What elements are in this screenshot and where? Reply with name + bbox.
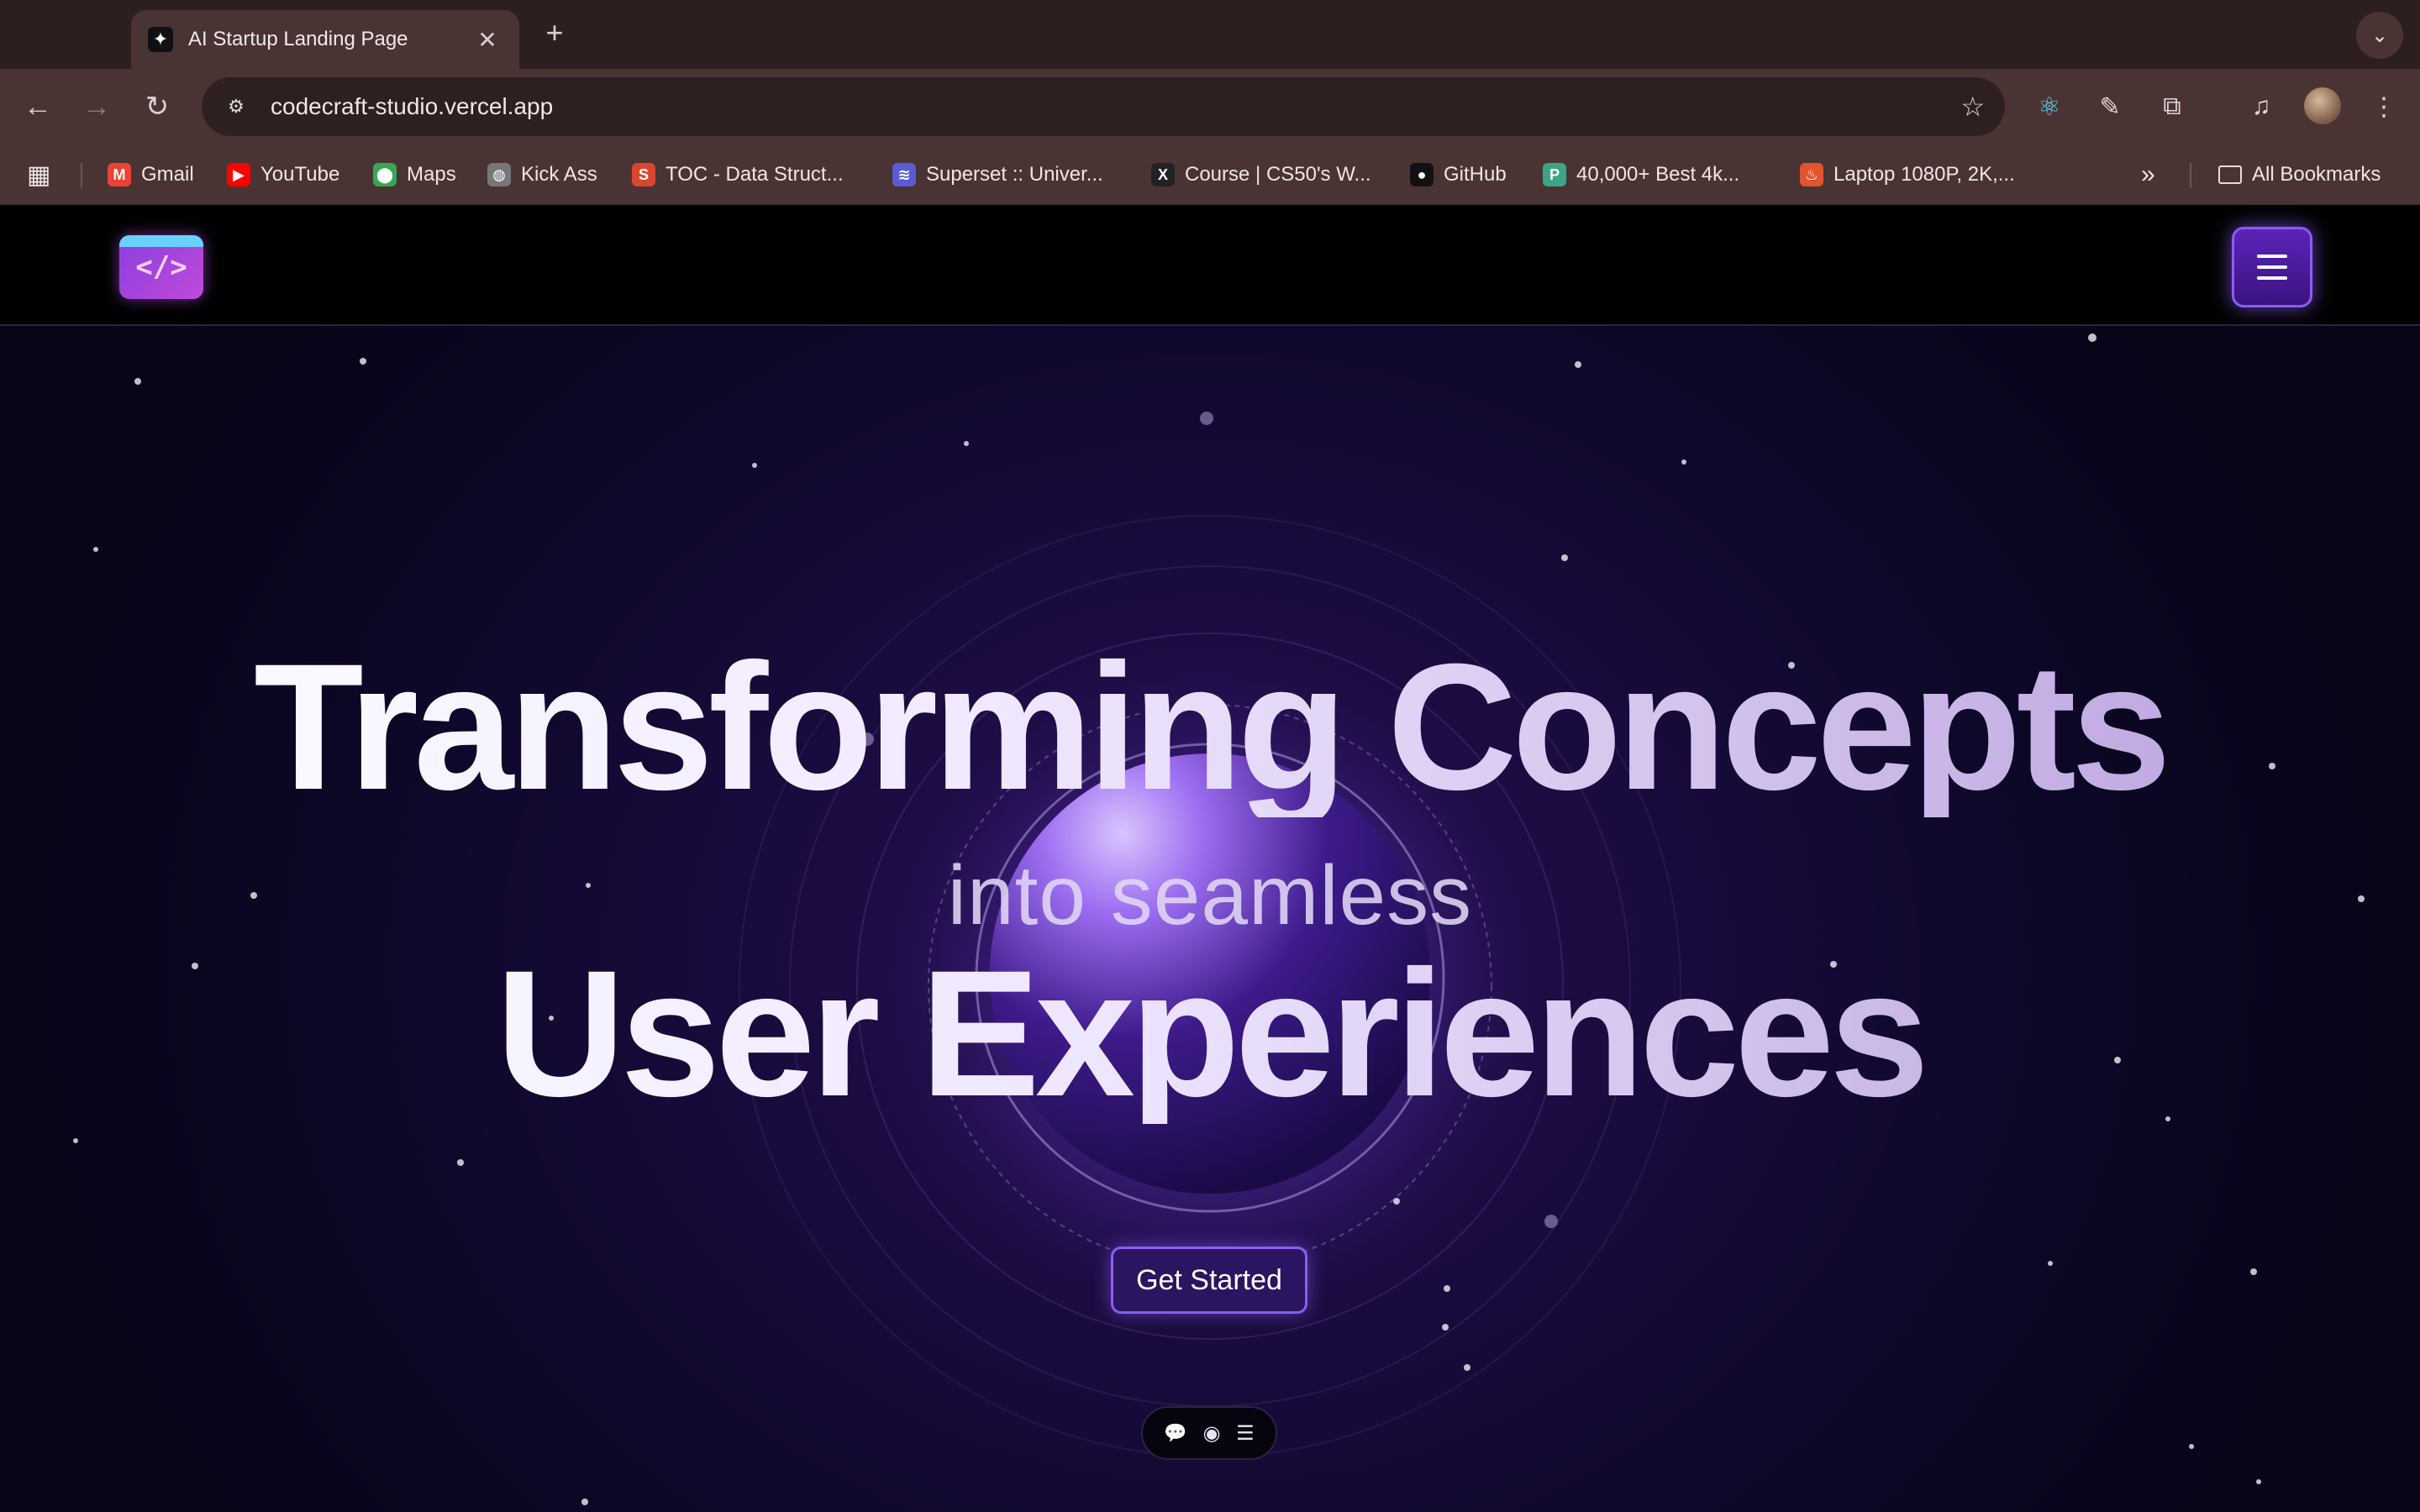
menu-bar-icon (2257, 255, 2287, 258)
tab-strip: ✦ AI Startup Landing Page ✕ + ⌄ (0, 0, 2420, 69)
bookmark-item[interactable]: ♨ Laptop 1080P, 2K,... (1800, 160, 2015, 190)
bookmark-item[interactable]: ● GitHub (1410, 160, 1507, 190)
bookmark-item[interactable]: ⬤ Maps (373, 160, 456, 190)
bookmark-label: YouTube (260, 163, 340, 186)
bookmark-label: TOC - Data Struct... (666, 163, 844, 186)
bookmark-favicon-icon: ▶ (227, 163, 250, 186)
bookmark-item[interactable]: X Course | CS50's W... (1151, 160, 1371, 190)
bookmark-star-icon[interactable]: ☆ (1960, 91, 1985, 123)
site-header: </> (0, 205, 2420, 326)
menu-bar-icon (2257, 276, 2287, 280)
apps-grid-icon[interactable]: ▦ (27, 160, 50, 190)
bookmark-favicon-icon: M (108, 163, 131, 186)
bookmarks-bar: ▦ M Gmail ▶ YouTube ⬤ Maps ◍ Kick Ass S TOC - Dat… (0, 144, 2420, 205)
folder-icon (2218, 165, 2242, 184)
tab-close-icon[interactable]: ✕ (472, 26, 502, 54)
floating-toolbar: 💬 ◉ ☰ (1141, 1406, 1277, 1460)
media-controls-icon[interactable]: ♫ (2240, 86, 2282, 128)
eye-icon[interactable]: ◉ (1202, 1421, 1220, 1446)
hero-subtitle: into seamless (947, 848, 1473, 942)
bookmark-label: Course | CS50's W... (1185, 163, 1371, 186)
bookmark-item[interactable]: ◍ Kick Ass (487, 160, 597, 190)
bookmark-favicon-icon: ● (1410, 163, 1434, 186)
bookmark-favicon-icon: X (1151, 163, 1175, 186)
bookmark-item[interactable]: M Gmail (108, 160, 194, 190)
address-bar[interactable]: ⚙ codecraft-studio.vercel.app ☆ (202, 77, 2005, 136)
bookmark-item[interactable]: ≋ Superset :: Univer... (892, 160, 1103, 190)
bookmark-item[interactable]: S TOC - Data Struct... (632, 160, 844, 190)
bookmark-label: Laptop 1080P, 2K,... (1833, 163, 2015, 186)
bookmark-favicon-icon: ≋ (892, 163, 916, 186)
bookmark-label: 40,000+ Best 4k... (1576, 163, 1740, 186)
menu-bar-icon (2257, 265, 2287, 269)
bookmark-favicon-icon: ♨ (1800, 163, 1823, 186)
more-bookmarks-icon[interactable]: » (2141, 160, 2155, 190)
reload-icon[interactable]: ↻ (136, 86, 178, 128)
back-icon[interactable]: ← (17, 86, 59, 128)
profile-avatar[interactable] (2304, 87, 2341, 124)
hero-title-line-2: User Experiences (0, 944, 2420, 1124)
bookmark-label: Superset :: Univer... (926, 163, 1103, 186)
bookmark-label: Kick Ass (521, 163, 597, 186)
forward-icon[interactable]: → (76, 86, 118, 128)
bookmark-label: Maps (407, 163, 456, 186)
browser-toolbar: ← → ↻ ⚙ codecraft-studio.vercel.app ☆ ⚛ … (0, 69, 2420, 144)
bookmark-favicon-icon: P (1543, 163, 1566, 186)
extensions-icon[interactable]: ⧉ (2151, 86, 2193, 128)
bookmarks-divider (81, 163, 82, 188)
bookmark-favicon-icon: ⬤ (373, 163, 397, 186)
color-picker-icon[interactable]: ✎ (2089, 86, 2131, 128)
tab-search-button[interactable]: ⌄ (2356, 12, 2403, 59)
bookmark-favicon-icon: ◍ (487, 163, 511, 186)
page-viewport: </> Transforming Concepts into seamless … (0, 205, 2420, 1512)
all-bookmarks-label: All Bookmarks (2252, 163, 2381, 186)
list-menu-icon[interactable]: ☰ (1236, 1421, 1255, 1446)
bookmarks-divider (2190, 163, 2191, 188)
bookmark-item[interactable]: ▶ YouTube (227, 160, 339, 190)
url-text[interactable]: codecraft-studio.vercel.app (271, 93, 1960, 120)
get-started-button[interactable]: Get Started (1111, 1247, 1307, 1314)
react-devtools-icon[interactable]: ⚛ (2028, 86, 2070, 128)
tab-active[interactable]: ✦ AI Startup Landing Page ✕ (131, 10, 519, 69)
bookmark-item[interactable]: P 40,000+ Best 4k... (1543, 160, 1739, 190)
all-bookmarks-button[interactable]: All Bookmarks (2218, 160, 2381, 190)
hero-title-line-1: Transforming Concepts (0, 638, 2420, 817)
site-logo[interactable]: </> (119, 235, 203, 299)
bookmark-label: GitHub (1444, 163, 1507, 186)
tab-title: AI Startup Landing Page (188, 28, 408, 50)
site-info-icon[interactable]: ⚙ (222, 92, 250, 121)
bookmark-label: Gmail (141, 163, 194, 186)
bookmark-favicon-icon: S (632, 163, 655, 186)
more-menu-icon[interactable]: ⋮ (2363, 86, 2405, 128)
new-tab-button[interactable]: + (538, 15, 571, 50)
hamburger-menu-button[interactable] (2232, 227, 2312, 307)
chat-icon[interactable]: 💬 (1164, 1422, 1186, 1444)
tab-favicon-icon: ✦ (148, 27, 173, 52)
